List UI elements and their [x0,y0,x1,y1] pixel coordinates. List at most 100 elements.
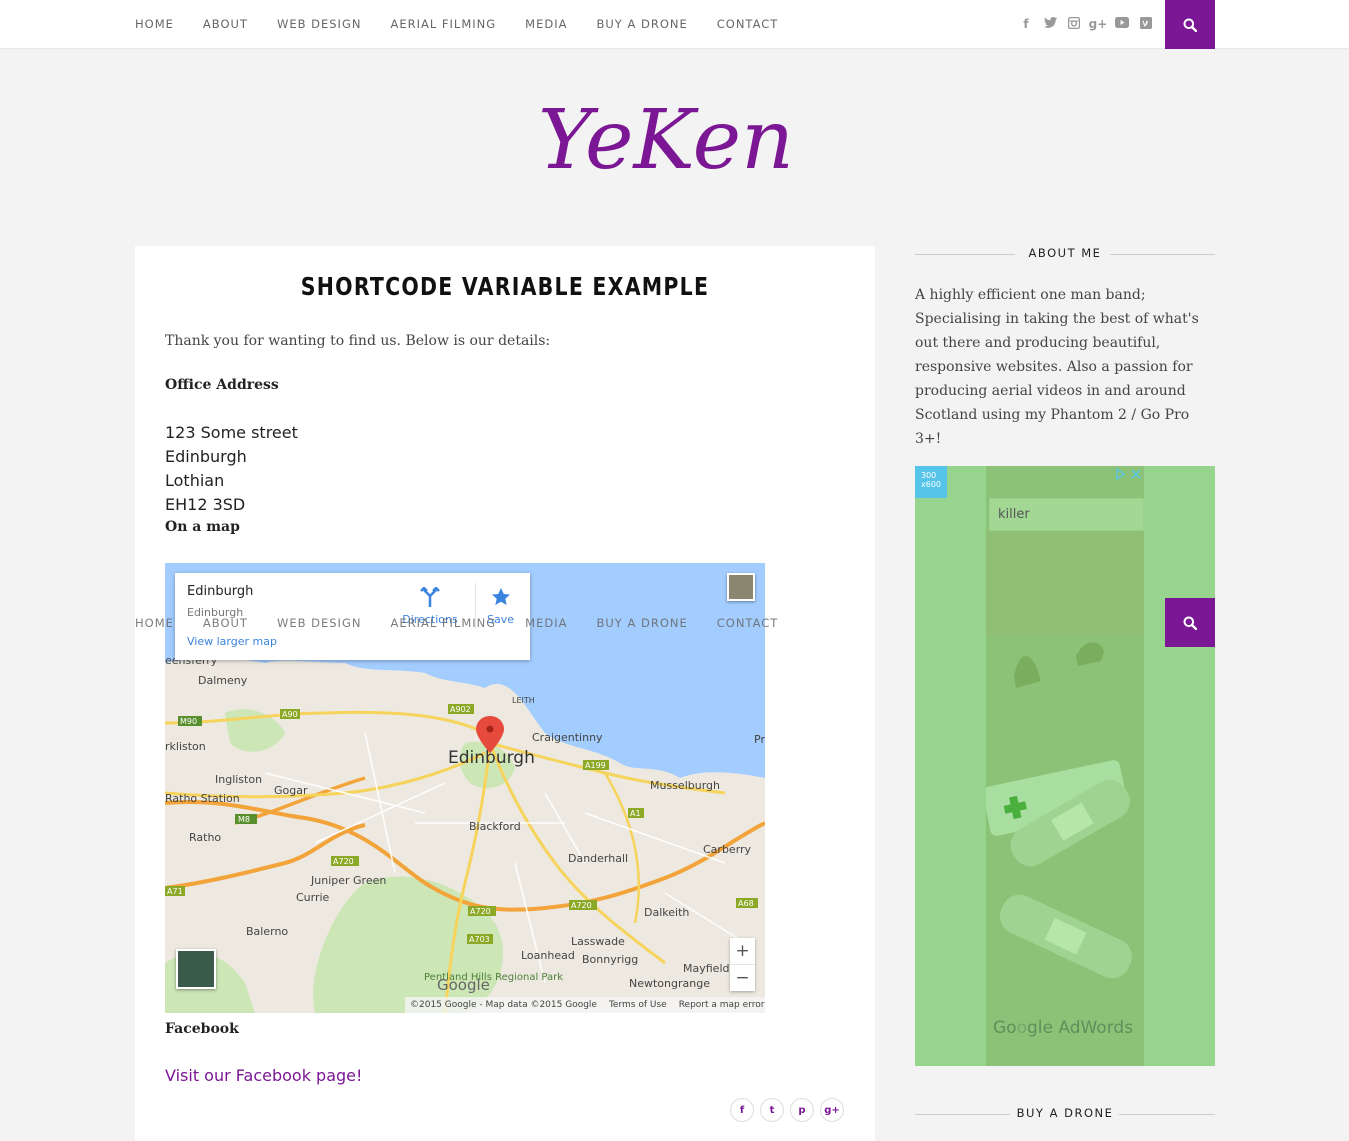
place-label: Carberry [703,843,752,856]
address-line: 123 Some street [165,423,298,442]
place-label: Newtongrange [629,977,710,990]
road-label: A71 [167,887,183,896]
nav-home[interactable]: HOME [135,17,174,31]
map-label: On a map [165,519,240,535]
road-label: A720 [571,901,592,910]
place-label: Currie [296,891,330,904]
place-label: Gogar [274,784,308,797]
road-label: A720 [470,907,491,916]
ad-image-panel [982,466,1144,1066]
place-label: Balerno [246,925,288,938]
place-label: Ratho [189,831,221,844]
place-label: rkliston [165,740,206,753]
place-label: Dalkeith [644,906,689,919]
sticky-menu-overlay: HOME ABOUT WEB DESIGN AERIAL FILMING MED… [135,599,807,647]
nav-buy-a-drone[interactable]: BUY A DRONE [596,17,687,31]
place-label: Ratho Station [165,792,240,805]
address-line: Edinburgh [165,447,247,466]
post-intro: Thank you for wanting to find us. Below … [165,333,551,349]
about-me-heading: ABOUT ME [915,246,1215,262]
map-attribution: ©2015 Google - Map data ©2015 Google Ter… [405,997,765,1013]
about-me-title: ABOUT ME [1022,246,1108,260]
nav-about[interactable]: ABOUT [203,17,248,31]
report-map-error-link[interactable]: Report a map error [679,1000,765,1010]
youtube-icon[interactable] [1110,17,1134,31]
road-label: A703 [469,935,490,944]
share-pinterest-icon[interactable]: p [790,1098,814,1122]
place-label: Bonnyrigg [582,953,638,966]
instagram-icon[interactable] [1062,16,1086,32]
twitter-icon[interactable] [1038,17,1062,31]
search-icon [1183,18,1197,32]
share-buttons: f t p g+ [730,1098,850,1122]
place-label: Craigentinny [532,731,603,744]
road-label: A1 [630,809,641,818]
social-links: f g+ [1014,0,1158,48]
facebook-page-link[interactable]: Visit our Facebook page! [165,1066,362,1085]
terms-of-use-link[interactable]: Terms of Use [609,1000,667,1010]
advertisement[interactable]: 300 x600 killer Google AdWords [915,466,1215,1066]
road-label: M90 [180,717,197,726]
nav-web-design[interactable]: WEB DESIGN [277,17,362,31]
site-logo[interactable]: YeKen [530,88,820,213]
satellite-toggle[interactable] [176,949,216,989]
ad-search-field[interactable]: killer [989,498,1144,531]
search-icon [1183,616,1197,630]
place-title: Edinburgh [187,584,254,599]
main-menu: HOME ABOUT WEB DESIGN AERIAL FILMING MED… [135,0,807,48]
address-line: EH12 3SD [165,495,246,514]
road-label: A199 [585,761,606,770]
buy-a-drone-title: BUY A DRONE [1010,1106,1120,1120]
nav-contact[interactable]: CONTACT [717,616,779,630]
nav-media[interactable]: MEDIA [525,17,567,31]
place-label: Danderhall [568,852,628,865]
place-label: Musselburgh [650,779,720,792]
zoom-in-button[interactable]: + [730,938,755,965]
road-label: A68 [738,899,754,908]
google-plus-icon[interactable]: g+ [1086,17,1110,31]
place-label: Mayfield [683,962,729,975]
place-label: Loanhead [521,949,575,962]
place-label: Juniper Green [310,874,386,887]
nav-aerial-filming[interactable]: AERIAL FILMING [390,17,496,31]
nav-buy-a-drone[interactable]: BUY A DRONE [596,616,687,630]
vimeo-icon[interactable] [1134,16,1158,32]
search-button[interactable] [1165,0,1215,49]
top-navigation-bar: HOME ABOUT WEB DESIGN AERIAL FILMING MED… [0,0,1349,49]
nav-contact[interactable]: CONTACT [717,17,779,31]
zoom-out-button[interactable]: − [730,965,755,991]
share-facebook-icon[interactable]: f [730,1098,754,1122]
place-label: Dalmeny [198,674,248,687]
nav-home[interactable]: HOME [135,616,174,630]
place-label: Blackford [469,820,521,833]
office-address-label: Office Address [165,377,279,393]
road-label: A720 [333,857,354,866]
facebook-icon[interactable]: f [1014,17,1038,31]
place-label: Ingliston [215,773,262,786]
road-label: A90 [282,710,298,719]
search-button[interactable] [1165,598,1215,647]
post-title: SHORTCODE VARIABLE EXAMPLE [300,272,710,301]
about-me-text: A highly efficient one man band; Special… [915,287,1199,447]
ad-size-badge: 300 x600 [915,466,947,498]
zoom-controls: + − [730,938,755,991]
google-adwords-logo: Google AdWords [993,1018,1134,1038]
map-data-credit: ©2015 Google - Map data ©2015 Google [410,1000,597,1010]
nav-aerial-filming[interactable]: AERIAL FILMING [390,616,496,630]
nav-media[interactable]: MEDIA [525,616,567,630]
place-label: Lasswade [571,935,625,948]
adchoices-icon[interactable] [1115,468,1143,480]
office-address: 123 Some street Edinburgh Lothian EH12 3… [165,421,298,517]
nav-web-design[interactable]: WEB DESIGN [277,616,362,630]
address-line: Lothian [165,471,225,490]
street-view-thumbnail[interactable] [727,573,755,601]
road-label: M8 [238,815,250,824]
nav-about[interactable]: ABOUT [203,616,248,630]
buy-a-drone-heading: BUY A DRONE [915,1106,1215,1122]
adwords-label: AdWords [1058,1018,1134,1038]
google-logo: Google [437,976,490,994]
logo-text: YeKen [538,93,794,188]
share-google-plus-icon[interactable]: g+ [820,1098,844,1122]
share-twitter-icon[interactable]: t [760,1098,784,1122]
place-label: Pr [754,733,765,746]
